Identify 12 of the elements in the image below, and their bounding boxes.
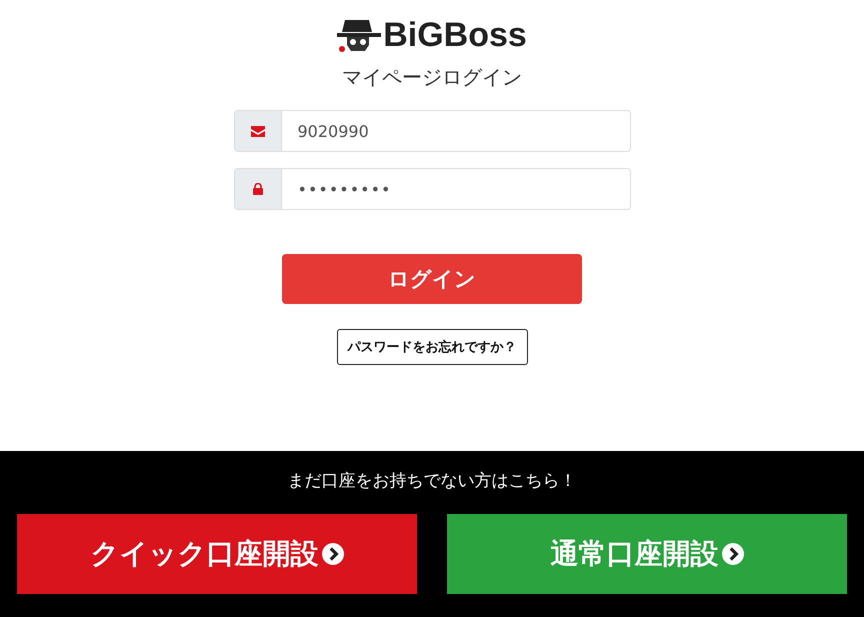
chevron-circle-icon [722,543,744,565]
signup-prompt: まだ口座をお持ちでない方はこちら！ [288,470,576,492]
input-field[interactable]: 9020990 [234,110,630,152]
forgot-password-button[interactable]: パスワードをお忘れですか？ [336,329,528,365]
input-field[interactable]: ••••••••• [234,168,630,210]
chevron-circle-icon [322,543,344,565]
login-button[interactable]: ログイン [282,254,582,304]
mail-icon [250,126,264,136]
lock-icon [252,183,262,195]
logo-text: BiGBoss [383,16,527,54]
open-account-button[interactable]: クイック口座開設 [17,514,417,594]
page-title: マイページログイン [342,64,522,91]
